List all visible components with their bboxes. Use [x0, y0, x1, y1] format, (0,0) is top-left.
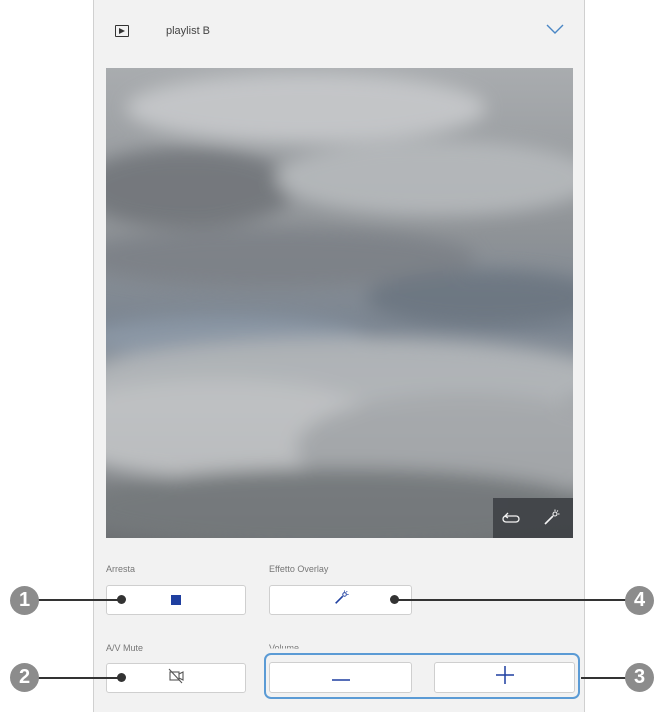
magic-wand-icon — [333, 589, 349, 611]
av-mute-label: A/V Mute — [106, 643, 144, 653]
callout-dot-4 — [390, 595, 399, 604]
av-mute-icon — [167, 668, 185, 689]
playback-preview — [106, 68, 573, 538]
callout-badge-4: 4 — [625, 586, 654, 615]
repeat-icon[interactable] — [499, 506, 523, 530]
callout-dot-2 — [117, 673, 126, 682]
callout-dot-1 — [117, 595, 126, 604]
av-mute-button[interactable] — [106, 663, 246, 693]
playlist-header: playlist B — [94, 0, 584, 66]
overlay-label: Effetto Overlay — [269, 564, 329, 574]
preview-toolbar — [493, 498, 573, 538]
playlist-name: playlist B — [166, 25, 211, 37]
play-icon — [115, 25, 129, 37]
callout-line-1 — [25, 599, 121, 601]
callout-line-2 — [25, 677, 121, 679]
stop-icon — [171, 595, 181, 605]
chevron-down-icon[interactable] — [546, 22, 564, 40]
callout-badge-2: 2 — [10, 663, 39, 692]
magic-wand-icon[interactable] — [539, 506, 563, 530]
volume-highlight — [264, 653, 580, 699]
stop-button[interactable] — [106, 585, 246, 615]
callout-badge-3: 3 — [625, 663, 654, 692]
sky-image — [106, 68, 573, 538]
callout-badge-1: 1 — [10, 586, 39, 615]
volume-label: Volume — [269, 643, 300, 653]
callout-line-4 — [394, 599, 637, 601]
player-panel: playlist B Arresta Effetto Overlay A/V M… — [93, 0, 585, 712]
stop-label: Arresta — [106, 564, 136, 574]
